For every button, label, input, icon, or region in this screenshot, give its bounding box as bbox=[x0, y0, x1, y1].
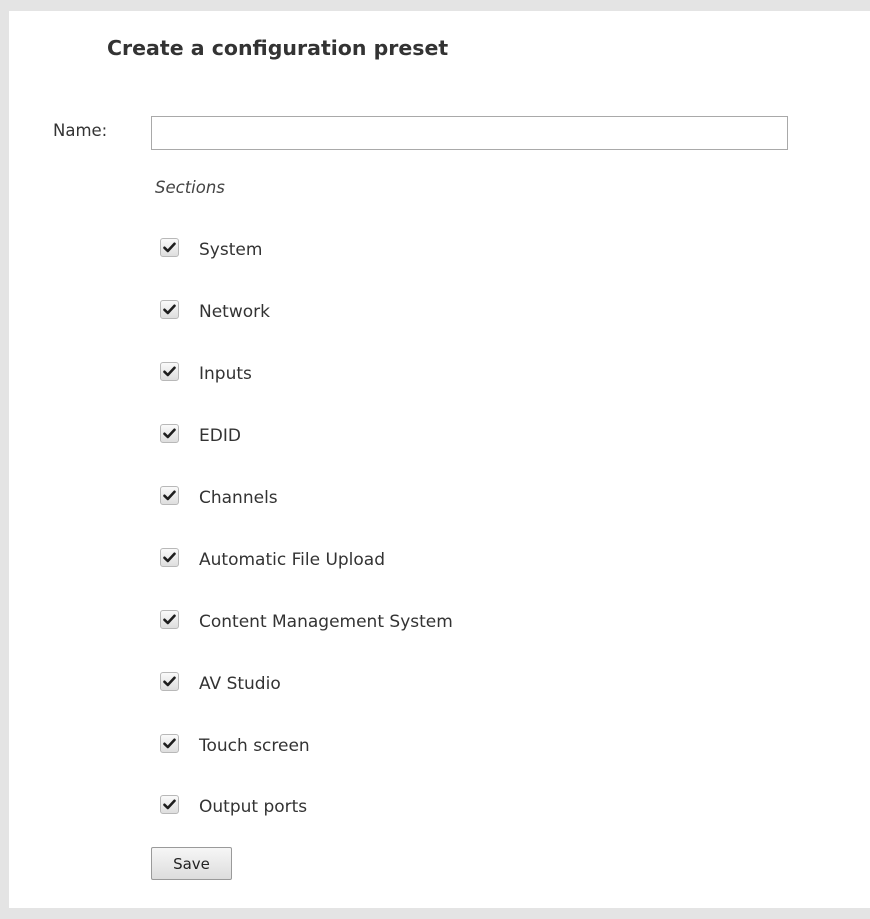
sections-label: Sections bbox=[155, 178, 225, 197]
section-item-content-management-system[interactable]: Content Management System bbox=[160, 608, 453, 632]
checkbox[interactable] bbox=[160, 423, 179, 443]
checkbox[interactable] bbox=[160, 794, 179, 814]
save-button[interactable]: Save bbox=[151, 847, 232, 880]
checkmark-icon bbox=[163, 366, 176, 376]
section-label: AV Studio bbox=[199, 674, 281, 694]
checkmark-icon bbox=[163, 676, 176, 686]
section-item-automatic-file-upload[interactable]: Automatic File Upload bbox=[160, 546, 386, 570]
section-item-channels[interactable]: Channels bbox=[160, 484, 278, 508]
checkmark-icon bbox=[163, 614, 176, 624]
section-item-output-ports[interactable]: Output ports bbox=[160, 793, 308, 817]
section-label: Channels bbox=[199, 488, 278, 508]
section-item-touch-screen[interactable]: Touch screen bbox=[160, 732, 310, 756]
checkmark-icon bbox=[163, 428, 176, 438]
checkbox[interactable] bbox=[160, 547, 179, 567]
checkbox[interactable] bbox=[160, 485, 179, 505]
section-item-system[interactable]: System bbox=[160, 236, 263, 260]
checkbox[interactable] bbox=[160, 733, 179, 753]
section-label: EDID bbox=[199, 426, 241, 446]
checkbox[interactable] bbox=[160, 299, 179, 319]
checkmark-icon bbox=[163, 304, 176, 314]
checkmark-icon bbox=[163, 490, 176, 500]
name-label: Name: bbox=[53, 121, 108, 140]
section-item-edid[interactable]: EDID bbox=[160, 422, 241, 446]
section-label: System bbox=[199, 240, 263, 260]
section-item-network[interactable]: Network bbox=[160, 298, 270, 322]
checkmark-icon bbox=[163, 242, 176, 252]
checkmark-icon bbox=[163, 799, 176, 809]
checkbox[interactable] bbox=[160, 237, 179, 257]
section-label: Output ports bbox=[199, 797, 308, 817]
checkbox[interactable] bbox=[160, 361, 179, 381]
name-input[interactable] bbox=[151, 116, 788, 150]
section-item-inputs[interactable]: Inputs bbox=[160, 360, 252, 384]
section-label: Content Management System bbox=[199, 612, 453, 632]
section-label: Network bbox=[199, 302, 270, 322]
section-label: Automatic File Upload bbox=[199, 550, 386, 570]
page-title: Create a configuration preset bbox=[107, 36, 449, 60]
checkmark-icon bbox=[163, 552, 176, 562]
checkbox[interactable] bbox=[160, 671, 179, 691]
section-item-av-studio[interactable]: AV Studio bbox=[160, 670, 281, 694]
section-label: Inputs bbox=[199, 364, 252, 384]
checkbox[interactable] bbox=[160, 609, 179, 629]
section-label: Touch screen bbox=[199, 736, 310, 756]
checkmark-icon bbox=[163, 738, 176, 748]
